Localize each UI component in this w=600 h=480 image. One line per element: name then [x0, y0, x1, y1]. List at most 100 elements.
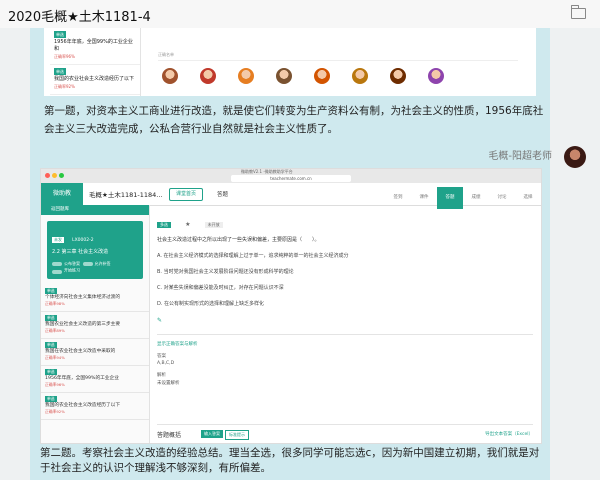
item-text: 个体经济向社会主义集体经济过渡的 — [45, 295, 121, 300]
analysis-value: 未设置解析 — [157, 381, 180, 386]
toggle-icon — [52, 262, 62, 266]
avatar — [352, 68, 368, 84]
list-item: 单选 个体经济向社会主义集体经济过渡的 正确率98% — [41, 285, 149, 312]
avatar[interactable] — [564, 146, 586, 168]
screenshot-question-list: 单选 1956年年底，全国99%的工业企业和 正确率96% 单选 我国的农业社会… — [50, 28, 141, 96]
type-tag: 单选 — [45, 369, 57, 375]
avatar — [162, 68, 178, 84]
standard-hint-button: 标准提示 — [225, 430, 249, 440]
star-icon: ★ — [185, 221, 191, 228]
status-badge: 未发 — [52, 237, 64, 243]
type-tag: 单选 — [45, 288, 57, 294]
item-text: 我国在农业社会主义改造中采取的 — [45, 349, 116, 354]
browser-chrome: 微助教V2.1 -微助教助学平台 teachermate.com.cn — [41, 169, 541, 184]
list-item: 单选 我国在农业社会主义改造中采取的 正确率94% — [41, 339, 149, 366]
option-a: A. 在社会主义经济模式的选择和理解上过于单一，追求纯粹的单一的社会主义经济成分 — [157, 253, 349, 259]
option-b: B. 当时党对我国社会主义发展阶段问题还没有形成科学的理论 — [157, 269, 294, 275]
toggle-label: 允许补签 — [94, 261, 111, 266]
option-c: C. 对某些失误和偏差没能及时纠正，对存在问题认识不深 — [157, 285, 284, 291]
tab-answer: 答题 — [437, 187, 463, 209]
question-content: 多选 ★ 未开放 社会主义改造过程中之所以出现了一些失误和偏差，主要原因是（ ）… — [157, 211, 533, 443]
avatar — [200, 68, 216, 84]
input-answer-button: 输入答案 — [201, 430, 223, 438]
show-answer-link: 显示正确答案与解析 — [157, 342, 198, 347]
embedded-screenshot-1[interactable]: 单选 1956年年底，全国99%的工业企业和 正确率96% 单选 我国的农业社会… — [44, 28, 536, 96]
analysis-label: 解析 — [157, 373, 166, 378]
question-sidebar: 返回题库 未发 LX0002-2 2.2 第三章 社会主义改造 公布答案 允许补… — [41, 205, 150, 443]
embedded-screenshot-2[interactable]: 微助教V2.1 -微助教助学平台 teachermate.com.cn 微助教 … — [40, 168, 542, 444]
tab-checkin: 签到 — [393, 195, 403, 200]
message-bubble-1: 单选 1956年年底，全国99%的工业企业和 正确率96% 单选 我国的农业社会… — [30, 28, 550, 168]
answer-label: 答案 — [157, 354, 166, 359]
correct-list-header: 正确名单 — [158, 52, 518, 61]
export-excel-link: 导出文本答案（Excel） — [485, 432, 533, 437]
course-title: 毛概★土木1181-1184... — [89, 191, 163, 199]
home-button: 课堂首页 — [169, 188, 204, 201]
list-item: 单选 1956年年底，全国99%的工业企业 正确率96% — [41, 366, 149, 393]
accuracy-rate: 正确率96% — [45, 382, 65, 387]
message-text-2: 第二题。考察社会主义改造的经验总结。理当全选，很多同学可能忘选c，因为新中国建立… — [40, 447, 540, 474]
url-bar: teachermate.com.cn — [231, 175, 351, 182]
message-bubble-2: 微助教V2.1 -微助教助学平台 teachermate.com.cn 微助教 … — [30, 162, 550, 480]
edit-icon: ✎ — [157, 317, 163, 324]
zoom-dot-icon — [59, 173, 64, 178]
avatar — [276, 68, 292, 84]
type-tag: 单选 — [45, 342, 57, 348]
back-link: 返回题库 — [41, 205, 149, 215]
sender-name: 毛概-阳超老师 — [488, 151, 552, 162]
item-text: 我国农业社会主义改造的第三步主要 — [45, 322, 121, 327]
item-text: 1956年年底，全国99%的工业企业 — [45, 376, 119, 381]
type-tag: 单选 — [54, 31, 66, 38]
card-toggles: 公布答案 允许补签 开始练习 — [52, 261, 138, 274]
list-item: 单选 我国的农业社会主义改造经历了以下 正确率92% — [41, 393, 149, 420]
toggle-icon — [52, 270, 62, 274]
question-stem: 社会主义改造过程中之所以出现了一些失误和偏差，主要原因是（ ）。 — [157, 237, 320, 243]
list-item: 单选 1956年年底，全国99%的工业企业和 正确率96% — [50, 28, 140, 65]
student-avatars — [162, 68, 466, 88]
item-text: 1956年年底，全国99%的工业企业和 — [54, 39, 133, 52]
practice-card: 未发 LX0002-2 2.2 第三章 社会主义改造 公布答案 允许补签 开始练… — [47, 221, 143, 279]
avatar — [390, 68, 406, 84]
type-tag: 单选 — [45, 396, 57, 402]
accuracy-rate: 正确率92% — [45, 409, 65, 414]
avatar — [238, 68, 254, 84]
toggle-label: 开始练习 — [64, 267, 80, 273]
folder-icon[interactable] — [571, 5, 586, 19]
option-d: D. 在公有制实现形式的选择和理解上缺乏多样化 — [157, 301, 265, 307]
accuracy-rate: 正确率89% — [45, 328, 65, 333]
screenshot-correct-list: 正确名单 — [148, 28, 528, 96]
practice-title: 2.2 第三章 社会主义改造 — [52, 249, 109, 255]
avatar — [314, 68, 330, 84]
tab-grades: 成绩 — [471, 195, 481, 200]
toggle-icon — [82, 262, 93, 266]
accuracy-rate: 正确率96% — [54, 54, 75, 59]
app-logo: 微助教 — [41, 183, 83, 205]
tab-choice: 选择 — [523, 195, 533, 200]
message-text-1: 第一题，对资本主义工商业进行改造，就是使它们转变为生产资料公有制，为社会主义的性… — [44, 105, 544, 135]
question-type-badge: 多选 — [157, 222, 171, 228]
list-item: 单选 我国农业社会主义改造的第三步主要 正确率89% — [41, 312, 149, 339]
chat-area[interactable]: 单选 1956年年底，全国99%的工业企业和 正确率96% 单选 我国的农业社会… — [0, 28, 600, 480]
minimize-dot-icon — [52, 173, 57, 178]
answer-stats-bar: 答题概括 输入答案 标准提示 导出文本答案（Excel） — [157, 424, 533, 443]
app-header: 微助教 毛概★土木1181-1184... 课堂首页 答题 签到 课件 答题 成绩 讨论… — [41, 183, 541, 209]
item-text: 我国的农业社会主义改造经历了以下 — [45, 403, 121, 408]
nav-tabs: 签到 课件 答题 成绩 讨论 选择 — [385, 183, 541, 209]
list-item: 单选 我国的农业社会主义改造经历了以下 正确率92% — [50, 65, 140, 95]
stats-label: 答题概括 — [157, 432, 182, 439]
window-title: 2020毛概★土木1181-4 — [8, 10, 151, 25]
practice-code: LX0002-2 — [72, 238, 94, 243]
close-dot-icon — [45, 173, 50, 178]
item-text: 我国的农业社会主义改造经历了以下 — [54, 76, 135, 82]
answer-value: A,B,C,D — [157, 361, 175, 366]
status-badge: 未开放 — [204, 222, 223, 228]
tab-courseware: 课件 — [419, 195, 429, 200]
accuracy-rate: 正确率94% — [45, 355, 65, 360]
answer-label: 答题 — [217, 192, 229, 198]
accuracy-rate: 正确率98% — [45, 301, 65, 306]
accuracy-rate: 正确率92% — [54, 84, 75, 89]
type-tag: 单选 — [45, 315, 57, 321]
tab-discussion: 讨论 — [497, 195, 507, 200]
toggle-label: 公布答案 — [64, 261, 80, 266]
window-titlebar: 2020毛概★土木1181-4 — [0, 0, 600, 29]
